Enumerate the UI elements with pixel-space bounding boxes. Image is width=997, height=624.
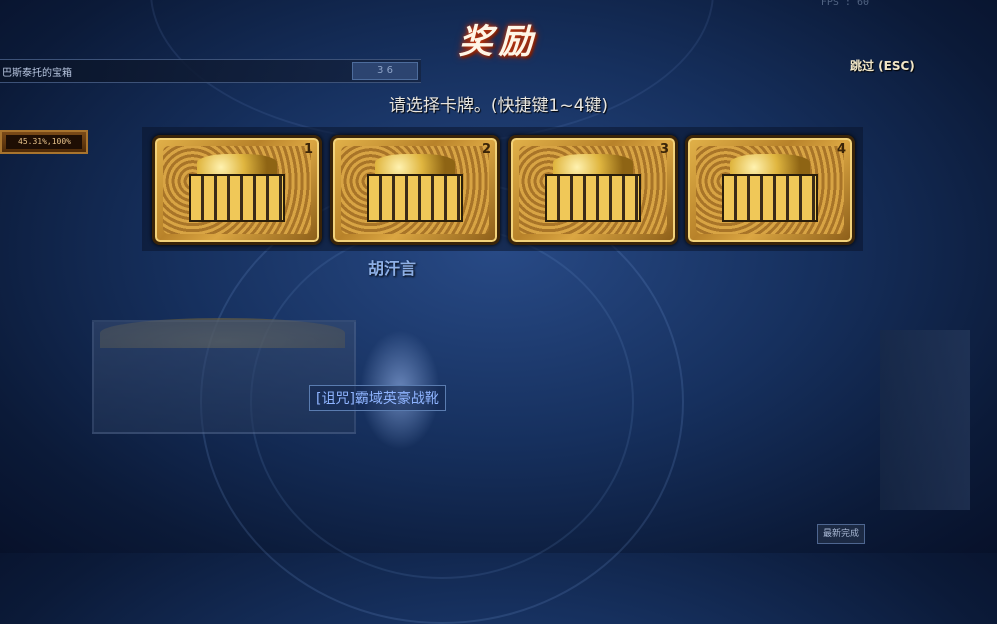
chest-body — [545, 174, 641, 222]
reward-card-2[interactable]: 2 — [330, 135, 500, 245]
background-treasure-chest — [92, 320, 356, 434]
gold-treasure-chest-icon — [367, 154, 463, 224]
chest-gold-pile — [730, 154, 810, 176]
card-number: 4 — [836, 142, 846, 157]
reward-card-3[interactable]: 3 — [508, 135, 678, 245]
chest-gold-pile — [375, 154, 455, 176]
chest-body — [189, 174, 285, 222]
dungeon-name: 巴斯泰托的宝箱 — [2, 68, 72, 79]
stat-gauge-text: 45.31%,100% — [6, 135, 82, 149]
card-number: 2 — [481, 142, 491, 157]
fps-counter: FPS : 60 — [820, 0, 869, 8]
background-pillar — [880, 330, 970, 510]
chest-body — [367, 174, 463, 222]
chest-gold-pile — [197, 154, 277, 176]
gold-treasure-chest-icon — [189, 154, 285, 224]
dungeon-slot-field: 3 6 — [352, 62, 418, 80]
gold-treasure-chest-icon — [545, 154, 641, 224]
skip-button[interactable]: 跳过 (ESC) — [850, 57, 915, 74]
chest-body — [722, 174, 818, 222]
card-number: 3 — [659, 142, 669, 157]
player-name: 胡汗言 — [368, 259, 417, 278]
dropped-item-label[interactable]: [诅咒]霸域英豪战靴 — [309, 385, 446, 411]
gold-treasure-chest-icon — [722, 154, 818, 224]
card-number: 1 — [303, 142, 313, 157]
reward-title: 奖励 — [458, 22, 539, 62]
chest-gold-pile — [553, 154, 633, 176]
reward-card-4[interactable]: 4 — [685, 135, 855, 245]
stat-gauge: 45.31%,100% — [0, 130, 88, 154]
reward-card-1[interactable]: 1 — [152, 135, 322, 245]
card-select-prompt: 请选择卡牌。(快捷键1~4键) — [388, 96, 609, 116]
complete-button[interactable]: 最新完成 — [817, 524, 865, 544]
